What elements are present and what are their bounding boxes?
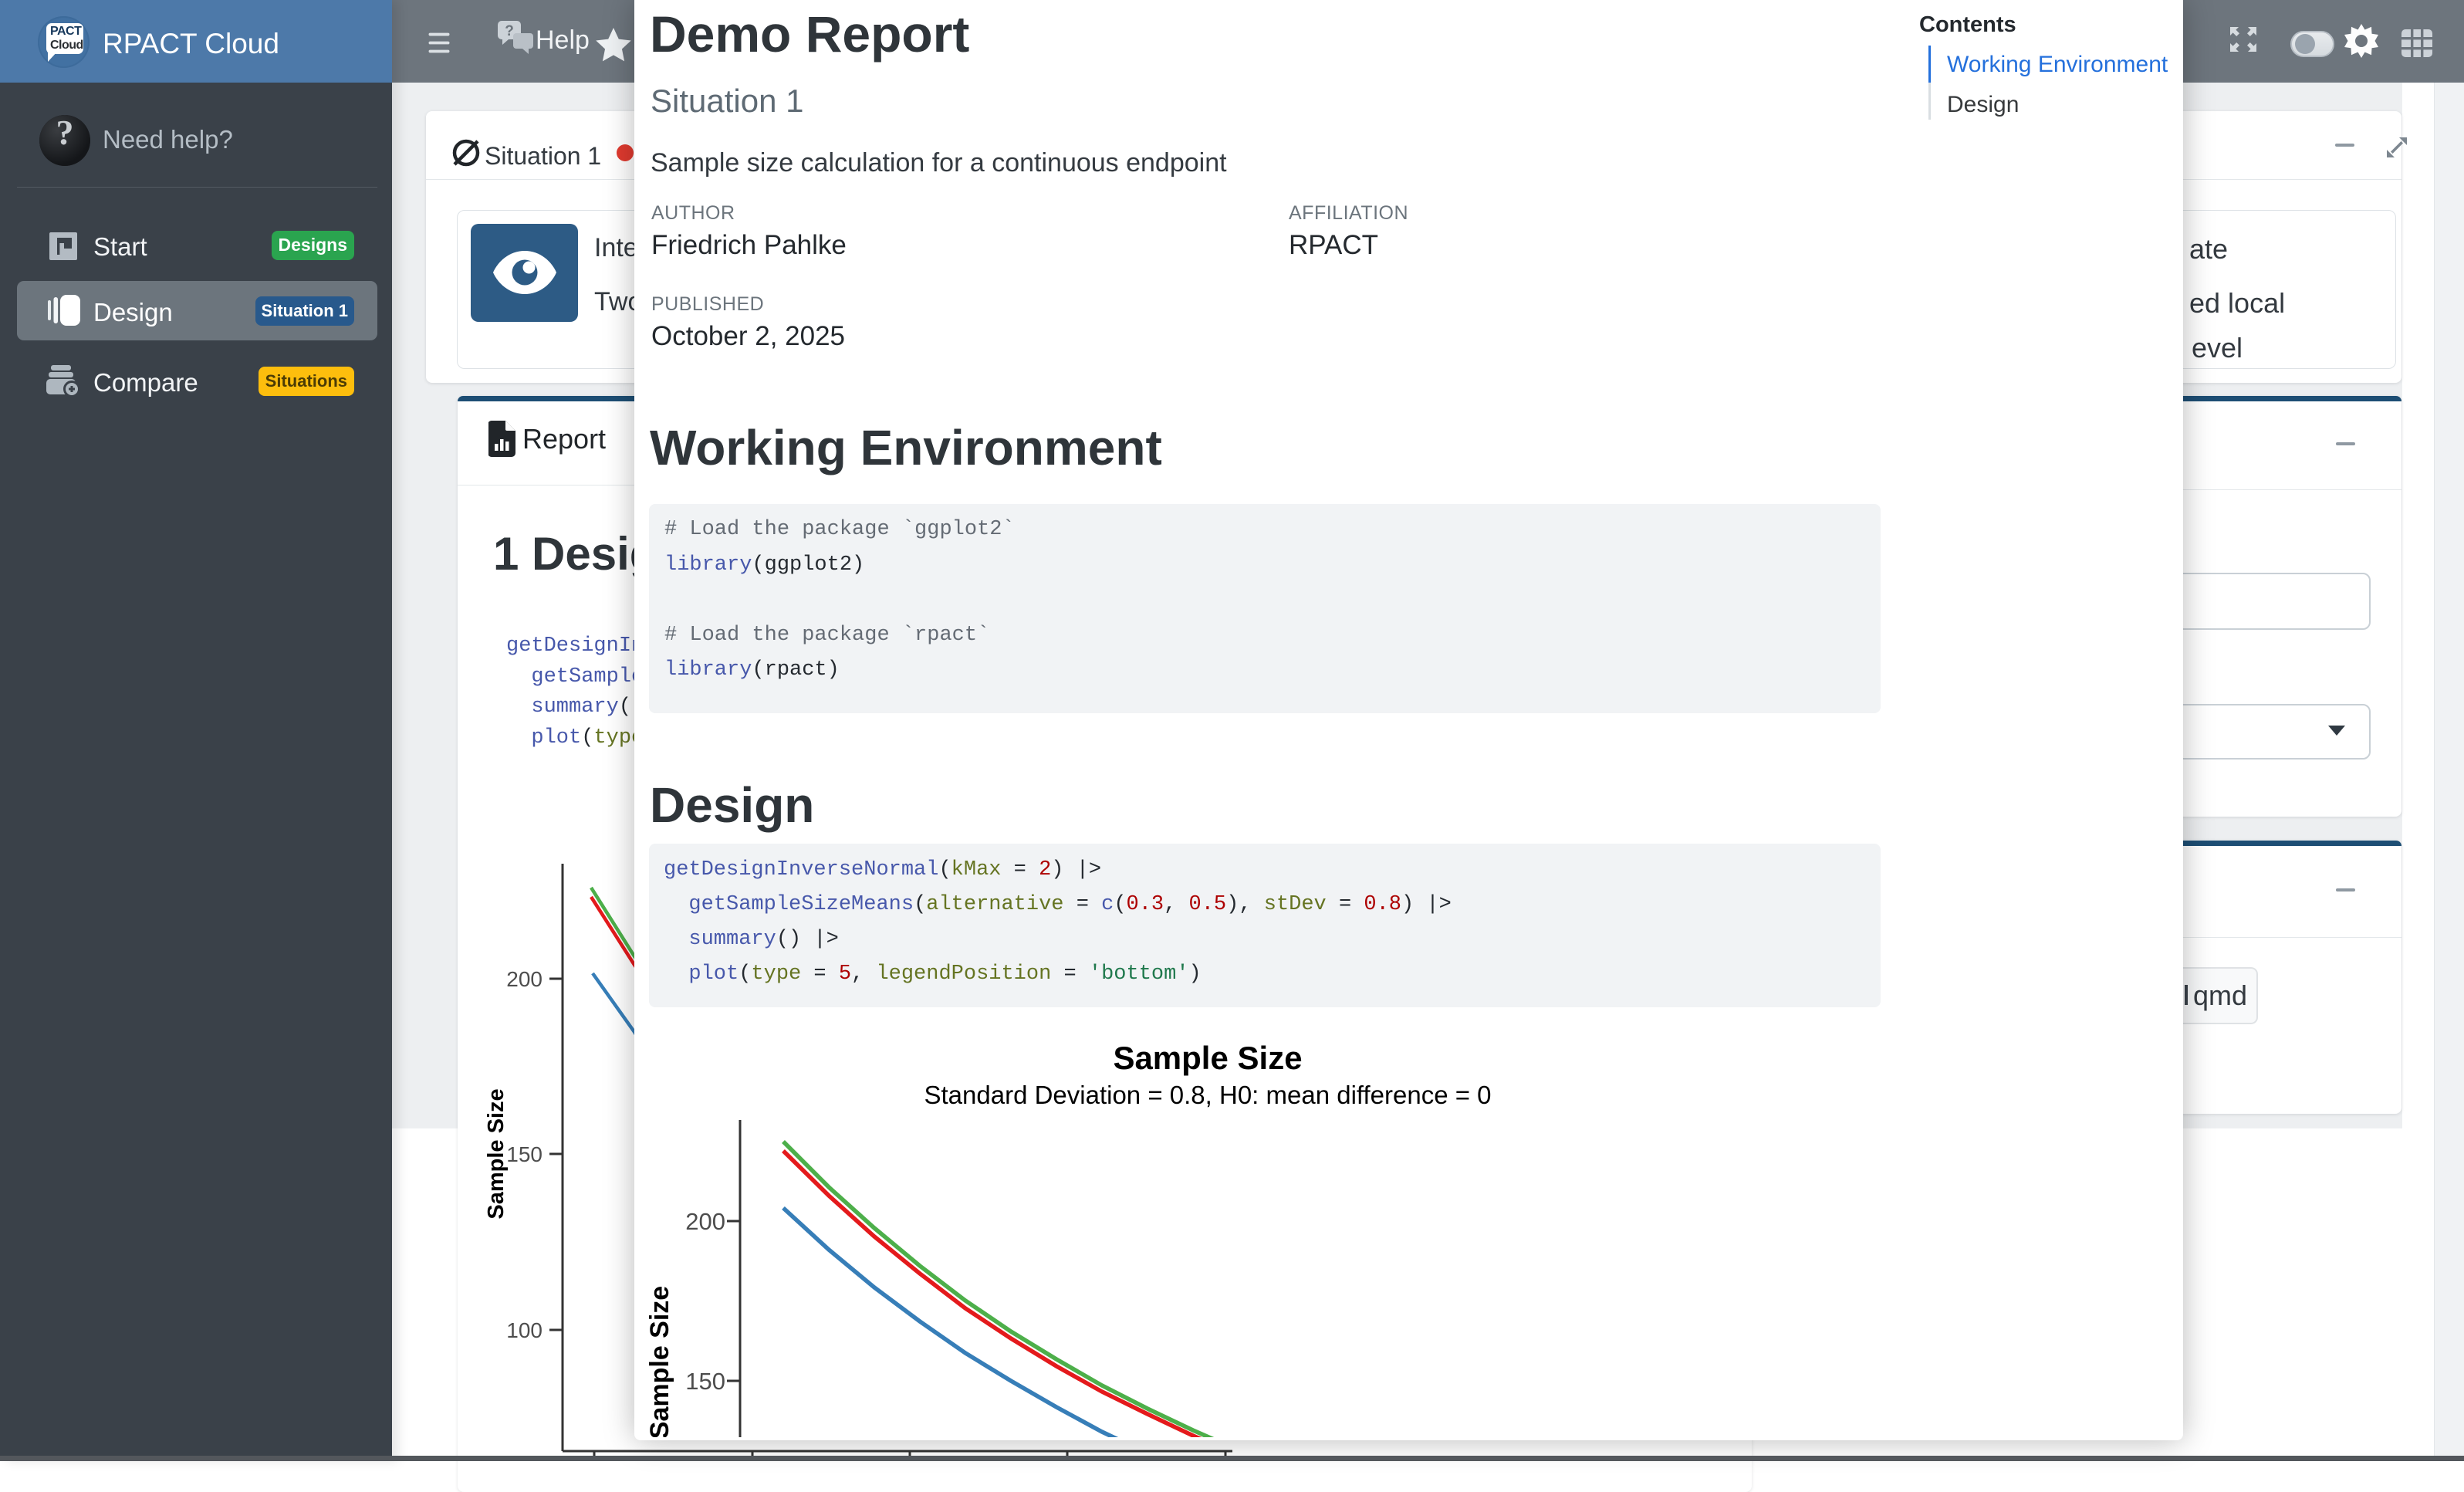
svg-text:100: 100	[506, 1318, 542, 1342]
svg-text:200: 200	[685, 1208, 725, 1235]
svg-text:Sample Size: Sample Size	[648, 1286, 674, 1437]
svg-text:200: 200	[506, 967, 542, 991]
svg-text:?: ?	[505, 23, 514, 39]
svg-text:150: 150	[685, 1368, 725, 1395]
svg-text:Sample Size: Sample Size	[1113, 1040, 1302, 1076]
svg-text:150: 150	[506, 1142, 542, 1166]
svg-text:Sample Size: Sample Size	[484, 1088, 509, 1219]
svg-text:Standard Deviation = 0.8, H0:: Standard Deviation = 0.8, H0: mean diffe…	[924, 1081, 1491, 1109]
